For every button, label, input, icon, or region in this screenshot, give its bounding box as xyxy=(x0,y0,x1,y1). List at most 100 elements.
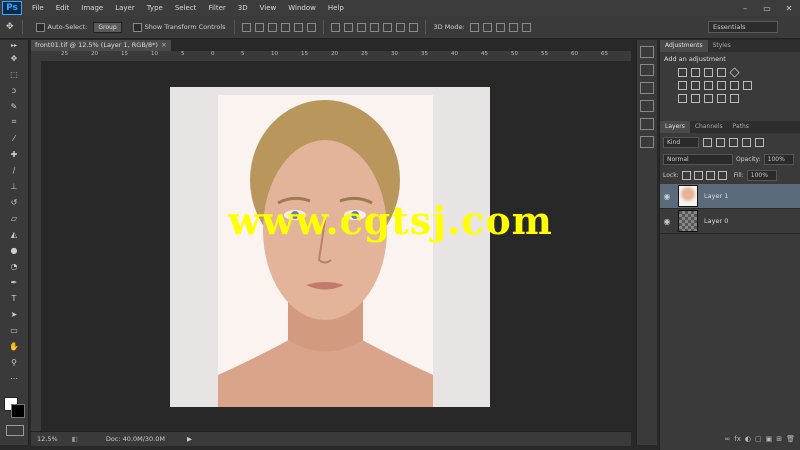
visibility-eye-icon[interactable]: ◉ xyxy=(660,217,674,226)
close-document-icon[interactable]: × xyxy=(161,40,167,51)
tab-styles[interactable]: Styles xyxy=(708,40,736,52)
blend-mode-dropdown[interactable]: Normal xyxy=(663,154,733,165)
zoom-level[interactable]: 12.5% xyxy=(37,435,58,443)
shape-tool-icon[interactable]: ▭ xyxy=(0,322,28,338)
quick-mask-icon[interactable] xyxy=(6,425,24,436)
add-mask-icon[interactable]: ◐ xyxy=(745,435,751,443)
layer-row-layer-1[interactable]: ◉ Layer 1 xyxy=(660,184,800,209)
type-tool-icon[interactable]: T xyxy=(0,290,28,306)
background-color-swatch[interactable] xyxy=(11,404,25,418)
3d-drag-icon[interactable] xyxy=(495,22,505,32)
lasso-tool-icon[interactable]: ↄ xyxy=(0,82,28,98)
path-selection-tool-icon[interactable]: ➤ xyxy=(0,306,28,322)
vibrance-icon[interactable] xyxy=(729,67,740,78)
3d-roll-icon[interactable] xyxy=(482,22,492,32)
new-group-icon[interactable]: ▣ xyxy=(766,435,773,443)
quick-select-tool-icon[interactable]: ✎ xyxy=(0,98,28,114)
hue-saturation-icon[interactable] xyxy=(678,81,687,90)
opacity-input[interactable]: 100% xyxy=(763,154,794,165)
3d-rotate-icon[interactable] xyxy=(469,22,479,32)
align-hcenter-icon[interactable] xyxy=(293,22,303,32)
menu-layer[interactable]: Layer xyxy=(109,4,141,12)
zoom-tool-icon[interactable]: ⚲ xyxy=(0,354,28,370)
delete-layer-icon[interactable]: 🗑 xyxy=(786,435,795,443)
menu-file[interactable]: File xyxy=(26,4,50,12)
menu-type[interactable]: Type xyxy=(141,4,169,12)
filter-pixel-icon[interactable] xyxy=(703,138,712,147)
more-tools-icon[interactable]: ⋯ xyxy=(0,370,28,386)
align-bottom-icon[interactable] xyxy=(267,22,277,32)
show-transform-checkbox[interactable] xyxy=(132,22,142,32)
filter-smart-object-icon[interactable] xyxy=(755,138,764,147)
menu-view[interactable]: View xyxy=(254,4,283,12)
auto-align-icon[interactable] xyxy=(408,22,418,32)
pen-tool-icon[interactable]: ✒ xyxy=(0,274,28,290)
align-top-icon[interactable] xyxy=(241,22,251,32)
document-tab[interactable]: front01.tif @ 12.5% (Layer 1, RGB/8*) xyxy=(31,40,171,51)
align-left-icon[interactable] xyxy=(280,22,290,32)
menu-filter[interactable]: Filter xyxy=(202,4,231,12)
channel-mixer-icon[interactable] xyxy=(730,81,739,90)
3d-slide-icon[interactable] xyxy=(508,22,518,32)
eyedropper-tool-icon[interactable]: ⁄ xyxy=(0,130,28,146)
color-balance-icon[interactable] xyxy=(691,81,700,90)
black-white-icon[interactable] xyxy=(704,81,713,90)
move-tool-icon[interactable]: ✥ xyxy=(6,22,14,32)
auto-select-checkbox[interactable] xyxy=(35,22,45,32)
move-tool-icon[interactable]: ✥ xyxy=(0,50,28,66)
tab-paths[interactable]: Paths xyxy=(728,121,754,133)
tab-adjustments[interactable]: Adjustments xyxy=(660,40,708,52)
filter-type-icon[interactable] xyxy=(729,138,738,147)
3d-scale-icon[interactable] xyxy=(521,22,531,32)
color-lookup-icon[interactable] xyxy=(743,81,752,90)
eraser-tool-icon[interactable]: ▱ xyxy=(0,210,28,226)
menu-select[interactable]: Select xyxy=(169,4,203,12)
layer-name[interactable]: Layer 0 xyxy=(704,217,728,225)
menu-image[interactable]: Image xyxy=(75,4,109,12)
history-brush-tool-icon[interactable]: ↺ xyxy=(0,194,28,210)
layer-name[interactable]: Layer 1 xyxy=(704,192,728,200)
gradient-map-icon[interactable] xyxy=(717,94,726,103)
menu-3d[interactable]: 3D xyxy=(232,4,254,12)
character-panel-icon[interactable] xyxy=(640,100,654,112)
status-arrow-icon[interactable]: ▶ xyxy=(187,435,192,443)
tab-layers[interactable]: Layers xyxy=(660,121,690,133)
new-layer-icon[interactable]: ⊞ xyxy=(776,435,782,443)
posterize-icon[interactable] xyxy=(691,94,700,103)
exposure-icon[interactable] xyxy=(717,68,726,77)
levels-icon[interactable] xyxy=(691,68,700,77)
workspace-dropdown[interactable]: Essentials xyxy=(708,21,778,33)
brightness-contrast-icon[interactable] xyxy=(678,68,687,77)
panel-grip-icon[interactable]: ▸▸ xyxy=(0,40,28,50)
restore-button[interactable]: ▭ xyxy=(756,0,778,16)
lock-pixels-icon[interactable] xyxy=(693,171,703,180)
paint-bucket-tool-icon[interactable]: ◭ xyxy=(0,226,28,242)
paragraph-panel-icon[interactable] xyxy=(640,118,654,130)
distribute-top-icon[interactable] xyxy=(330,22,340,32)
brush-tool-icon[interactable]: ∕ xyxy=(0,162,28,178)
distribute-vcenter-icon[interactable] xyxy=(343,22,353,32)
menu-help[interactable]: Help xyxy=(322,4,350,12)
marquee-tool-icon[interactable]: ⬚ xyxy=(0,66,28,82)
lock-position-icon[interactable] xyxy=(705,171,715,180)
link-layers-icon[interactable]: ∞ xyxy=(724,435,730,443)
menu-window[interactable]: Window xyxy=(282,4,322,12)
menu-edit[interactable]: Edit xyxy=(50,4,76,12)
history-panel-icon[interactable] xyxy=(640,46,654,58)
minimize-button[interactable]: – xyxy=(734,0,756,16)
fill-input[interactable]: 100% xyxy=(746,170,777,181)
new-adjustment-icon[interactable]: ▢ xyxy=(755,435,762,443)
visibility-eye-icon[interactable]: ◉ xyxy=(660,192,674,201)
brush-panel-icon[interactable] xyxy=(640,136,654,148)
tab-channels[interactable]: Channels xyxy=(690,121,728,133)
filter-shape-icon[interactable] xyxy=(742,138,751,147)
distribute-hcenter-icon[interactable] xyxy=(382,22,392,32)
lock-transparent-icon[interactable] xyxy=(681,171,691,180)
close-button[interactable]: ✕ xyxy=(778,0,800,16)
selective-color-icon[interactable] xyxy=(730,94,739,103)
align-right-icon[interactable] xyxy=(306,22,316,32)
fx-icon[interactable]: fx xyxy=(734,435,741,443)
auto-select-dropdown[interactable]: Group xyxy=(93,21,122,33)
threshold-icon[interactable] xyxy=(704,94,713,103)
layer-row-layer-0[interactable]: ◉ Layer 0 xyxy=(660,209,800,234)
